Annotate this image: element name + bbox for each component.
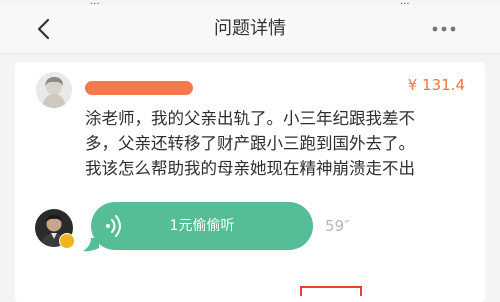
redacted-username <box>85 81 193 95</box>
question-text: 涂老师，我的父亲出轨了。小三年纪跟我差不 多，父亲还转移了财产跟小三跑到国外去了… <box>85 106 475 181</box>
highlight-box <box>300 286 362 296</box>
navigation-bar: 问题详情 <box>0 5 500 54</box>
question-line: 我该怎么帮助我的母亲她现在精神崩溃走不出 <box>85 159 415 178</box>
voice-answer-label: 1元偷偷听 <box>169 218 235 234</box>
answerer-avatar[interactable] <box>35 209 75 249</box>
voice-duration: 59″ <box>325 217 350 235</box>
verified-badge-icon <box>59 233 75 249</box>
asker-avatar[interactable] <box>36 72 72 108</box>
more-dots-icon[interactable] <box>432 25 456 33</box>
question-line: 多，父亲还转移了财产跟小三跑到国外去了。 <box>85 134 415 153</box>
page-title: 问题详情 <box>214 18 286 39</box>
question-line: 涂老师，我的父亲出轨了。小三年纪跟我差不 <box>85 109 415 128</box>
question-price: ¥ 131.4 <box>407 76 465 94</box>
question-card: ¥ 131.4 涂老师，我的父亲出轨了。小三年纪跟我差不 多，父亲还转移了财产跟… <box>15 62 485 302</box>
voice-answer-button[interactable]: 1元偷偷听 <box>83 202 313 252</box>
avatar-image <box>36 72 72 108</box>
